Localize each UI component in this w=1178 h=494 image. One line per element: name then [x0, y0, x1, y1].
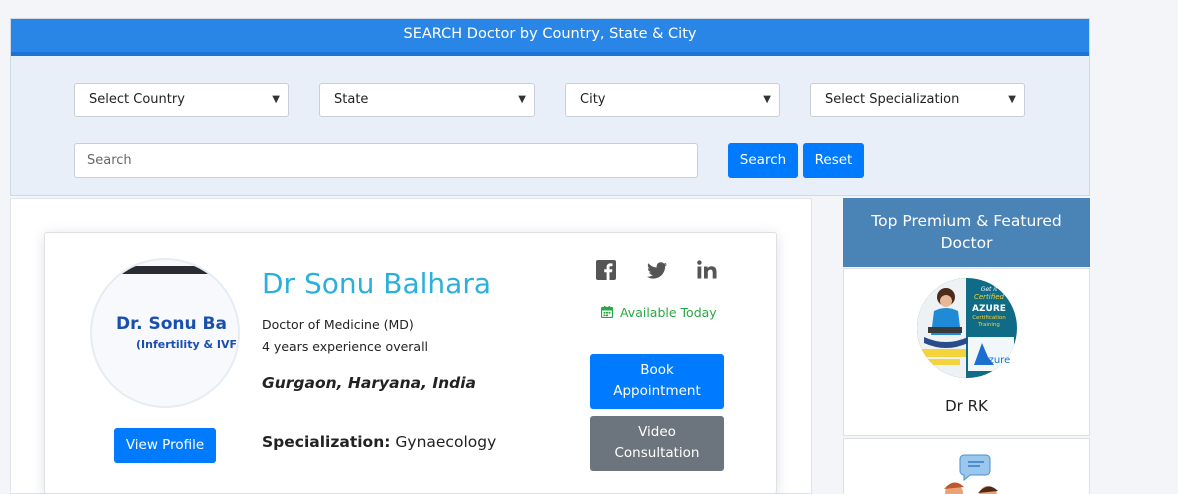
specialization-label: Specialization:: [262, 433, 391, 451]
doctor-location: Gurgaon, Haryana, India: [262, 374, 477, 392]
book-appointment-button[interactable]: Book Appointment: [590, 354, 724, 409]
avatar-text-line2: (Infertility & IVF: [136, 338, 237, 351]
doctor-experience: 4 years experience overall: [262, 339, 429, 354]
state-select[interactable]: State ▼: [319, 83, 535, 117]
facebook-icon[interactable]: [595, 259, 617, 281]
badge-line2: Certified: [974, 293, 1005, 301]
doctor-name[interactable]: Dr Sonu Balhara: [262, 267, 491, 300]
search-panel: SEARCH Doctor by Country, State & City S…: [10, 18, 1090, 196]
twitter-icon[interactable]: [646, 259, 668, 281]
specialization-value: Gynaecology: [395, 433, 497, 451]
availability-text: Available Today: [619, 305, 717, 320]
featured-doctor-card-2[interactable]: [843, 438, 1090, 494]
featured-doctor-card[interactable]: Get it Certified AZURE Certification Tra…: [843, 268, 1090, 436]
avatar-banner-bar: [110, 266, 238, 274]
linkedin-icon[interactable]: [696, 259, 718, 281]
chevron-down-icon: ▼: [763, 94, 771, 105]
badge-logo: Azure: [982, 355, 1010, 366]
sidebar-header: Top Premium & Featured Doctor: [843, 198, 1090, 267]
chevron-down-icon: ▼: [272, 94, 280, 105]
city-select-value: City: [580, 92, 606, 107]
search-input[interactable]: Search: [74, 143, 698, 178]
calendar-icon: [600, 306, 614, 319]
specialization-select[interactable]: Select Specialization ▼: [810, 83, 1025, 117]
badge-line3: AZURE: [972, 304, 1006, 314]
search-header: SEARCH Doctor by Country, State & City: [11, 19, 1089, 56]
featured-doctor-name[interactable]: Dr RK: [844, 397, 1089, 415]
avatar-text-line1: Dr. Sonu Ba: [116, 314, 227, 334]
doctor-specialization: Specialization: Gynaecology: [262, 433, 496, 451]
badge-line4: Certification: [972, 315, 1006, 321]
badge-line1: Get it: [981, 286, 998, 293]
country-select[interactable]: Select Country ▼: [74, 83, 289, 117]
chevron-down-icon: ▼: [518, 94, 526, 105]
doctor-card: Dr. Sonu Ba (Infertility & IVF View Prof…: [44, 232, 777, 494]
view-profile-button[interactable]: View Profile: [114, 428, 216, 463]
chevron-down-icon: ▼: [1008, 94, 1016, 105]
badge-line5: Training: [977, 322, 1000, 328]
featured-doctor-avatar: Get it Certified AZURE Certification Tra…: [917, 278, 1017, 378]
search-button[interactable]: Search: [728, 143, 798, 178]
doctor-avatar: Dr. Sonu Ba (Infertility & IVF: [90, 258, 240, 408]
state-select-value: State: [334, 92, 369, 107]
doctor-degree: Doctor of Medicine (MD): [262, 317, 414, 332]
country-select-value: Select Country: [89, 92, 185, 107]
specialization-select-value: Select Specialization: [825, 92, 960, 107]
doctors-chat-illustration: [944, 454, 998, 494]
video-consultation-button[interactable]: Video Consultation: [590, 416, 724, 471]
search-input-placeholder: Search: [87, 153, 132, 168]
availability-status: Available Today: [600, 305, 717, 320]
city-select[interactable]: City ▼: [565, 83, 780, 117]
reset-button[interactable]: Reset: [803, 143, 864, 178]
